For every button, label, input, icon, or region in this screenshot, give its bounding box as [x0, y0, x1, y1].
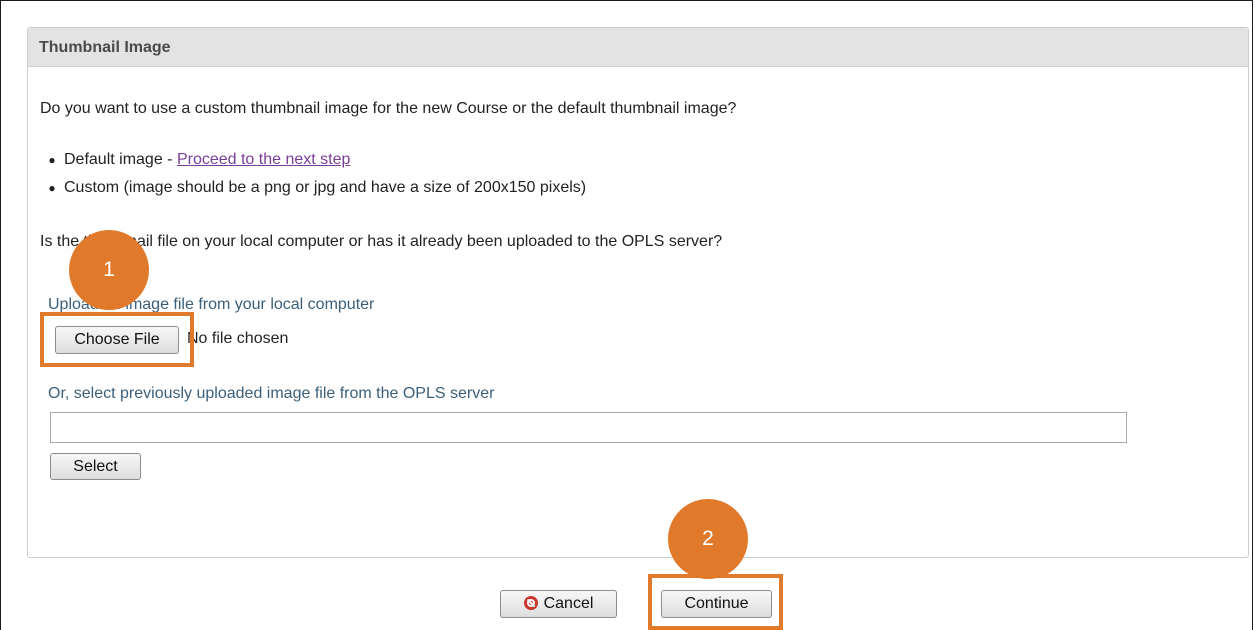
option-custom-image: ● Custom (image should be a png or jpg an…: [40, 174, 586, 202]
thumbnail-image-panel: Thumbnail Image Do you want to use a cus…: [27, 27, 1249, 558]
proceed-next-step-link[interactable]: Proceed to the next step: [177, 151, 350, 168]
server-file-label: Or, select previously uploaded image fil…: [48, 385, 495, 402]
continue-highlight: [648, 574, 783, 630]
server-file-input[interactable]: [50, 412, 1127, 443]
step-1-marker: 1: [69, 230, 149, 310]
cancel-circle-icon: [523, 596, 538, 610]
panel-title: Thumbnail Image: [28, 28, 1248, 67]
step-2-marker: 2: [668, 499, 748, 579]
choose-file-highlight: [40, 312, 194, 367]
bullet-icon: ●: [48, 153, 56, 167]
no-file-chosen-text: No file chosen: [187, 330, 289, 347]
select-button[interactable]: Select: [50, 453, 141, 480]
option-custom-text: Custom (image should be a png or jpg and…: [64, 179, 587, 196]
cancel-label: Cancel: [543, 595, 594, 612]
thumbnail-type-question: Do you want to use a custom thumbnail im…: [40, 100, 737, 117]
thumbnail-options-list: ● Default image - Proceed to the next ste…: [40, 146, 586, 202]
option-default-prefix: Default image -: [64, 151, 177, 168]
cancel-button[interactable]: Cancel: [500, 590, 617, 618]
option-default-image: ● Default image - Proceed to the next ste…: [40, 146, 586, 174]
bullet-icon: ●: [48, 181, 56, 195]
